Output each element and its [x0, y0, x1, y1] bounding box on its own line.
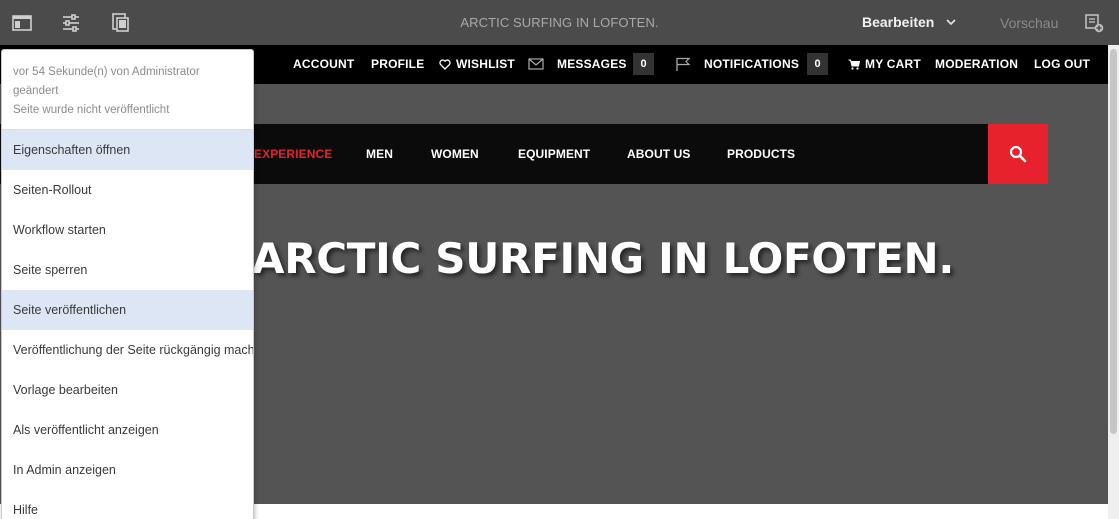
flag-icon [676, 57, 691, 71]
nav-wishlist[interactable]: WISHLIST [439, 57, 515, 71]
publish-status: Seite wurde nicht veröffentlicht [13, 104, 170, 116]
nav-profile[interactable]: PROFILE [371, 57, 424, 71]
scrollbar[interactable] [1108, 45, 1119, 519]
messages-count-badge: 0 [633, 53, 654, 75]
nav-logout[interactable]: LOG OUT [1034, 57, 1090, 71]
search-icon [1009, 145, 1027, 163]
nav-cart[interactable]: MY CART [848, 57, 921, 71]
nav-women[interactable]: WOMEN [431, 147, 479, 161]
menu-open-properties[interactable]: Eigenschaften öffnen [2, 130, 253, 170]
wishlist-label: WISHLIST [456, 57, 515, 71]
scrollbar-thumb[interactable] [1110, 49, 1117, 434]
menu-view-as-published[interactable]: Als veröffentlicht anzeigen [2, 410, 253, 450]
notifications-label: NOTIFICATIONS [704, 57, 800, 71]
annotate-icon[interactable] [1083, 12, 1105, 34]
menu-edit-template[interactable]: Vorlage bearbeiten [2, 370, 253, 410]
side-panel-icon[interactable] [11, 12, 33, 34]
preview-button[interactable]: Vorschau [1000, 15, 1058, 31]
hero-title: ARCTIC SURFING IN LOFOTEN. [252, 234, 955, 283]
menu-start-workflow[interactable]: Workflow starten [2, 210, 253, 250]
nav-equipment[interactable]: EQUIPMENT [518, 147, 590, 161]
menu-unpublish-page[interactable]: Veröffentlichung der Seite rückgängig ma… [2, 330, 253, 370]
page-info-menu: vor 54 Sekunde(n) von Administrator geän… [1, 49, 254, 519]
heart-icon [439, 58, 451, 70]
chevron-down-icon [946, 18, 956, 25]
messages-label: MESSAGES [557, 57, 627, 71]
nav-moderation[interactable]: MODERATION [935, 57, 1018, 71]
mode-selector[interactable]: Bearbeiten [862, 14, 956, 30]
menu-help[interactable]: Hilfe [2, 490, 253, 519]
nav-about-us[interactable]: ABOUT US [627, 147, 690, 161]
nav-notifications[interactable]: NOTIFICATIONS [675, 57, 799, 71]
page-properties-icon[interactable] [60, 12, 82, 34]
notifications-count-badge: 0 [807, 53, 828, 75]
editor-toolbar: ARCTIC SURFING IN LOFOTEN. Bearbeiten Vo… [0, 0, 1119, 45]
modified-info: vor 54 Sekunde(n) von Administrator geän… [13, 66, 200, 97]
menu-lock-page[interactable]: Seite sperren [2, 250, 253, 290]
nav-messages[interactable]: MESSAGES [528, 57, 627, 71]
cart-label: MY CART [865, 57, 921, 71]
emulator-icon[interactable] [109, 12, 131, 34]
envelope-icon [528, 58, 544, 70]
search-button[interactable] [988, 124, 1048, 184]
menu-view-in-admin[interactable]: In Admin anzeigen [2, 450, 253, 490]
nav-products[interactable]: PRODUCTS [727, 147, 795, 161]
cart-icon [848, 59, 860, 70]
nav-account[interactable]: ACCOUNT [293, 57, 354, 71]
mode-label: Bearbeiten [862, 14, 935, 30]
menu-publish-page[interactable]: Seite veröffentlichen [2, 290, 253, 330]
nav-men[interactable]: MEN [366, 147, 393, 161]
nav-experience[interactable]: EXPERIENCE [254, 147, 332, 161]
page-status-info: vor 54 Sekunde(n) von Administrator geän… [2, 50, 253, 130]
menu-page-rollout[interactable]: Seiten-Rollout [2, 170, 253, 210]
